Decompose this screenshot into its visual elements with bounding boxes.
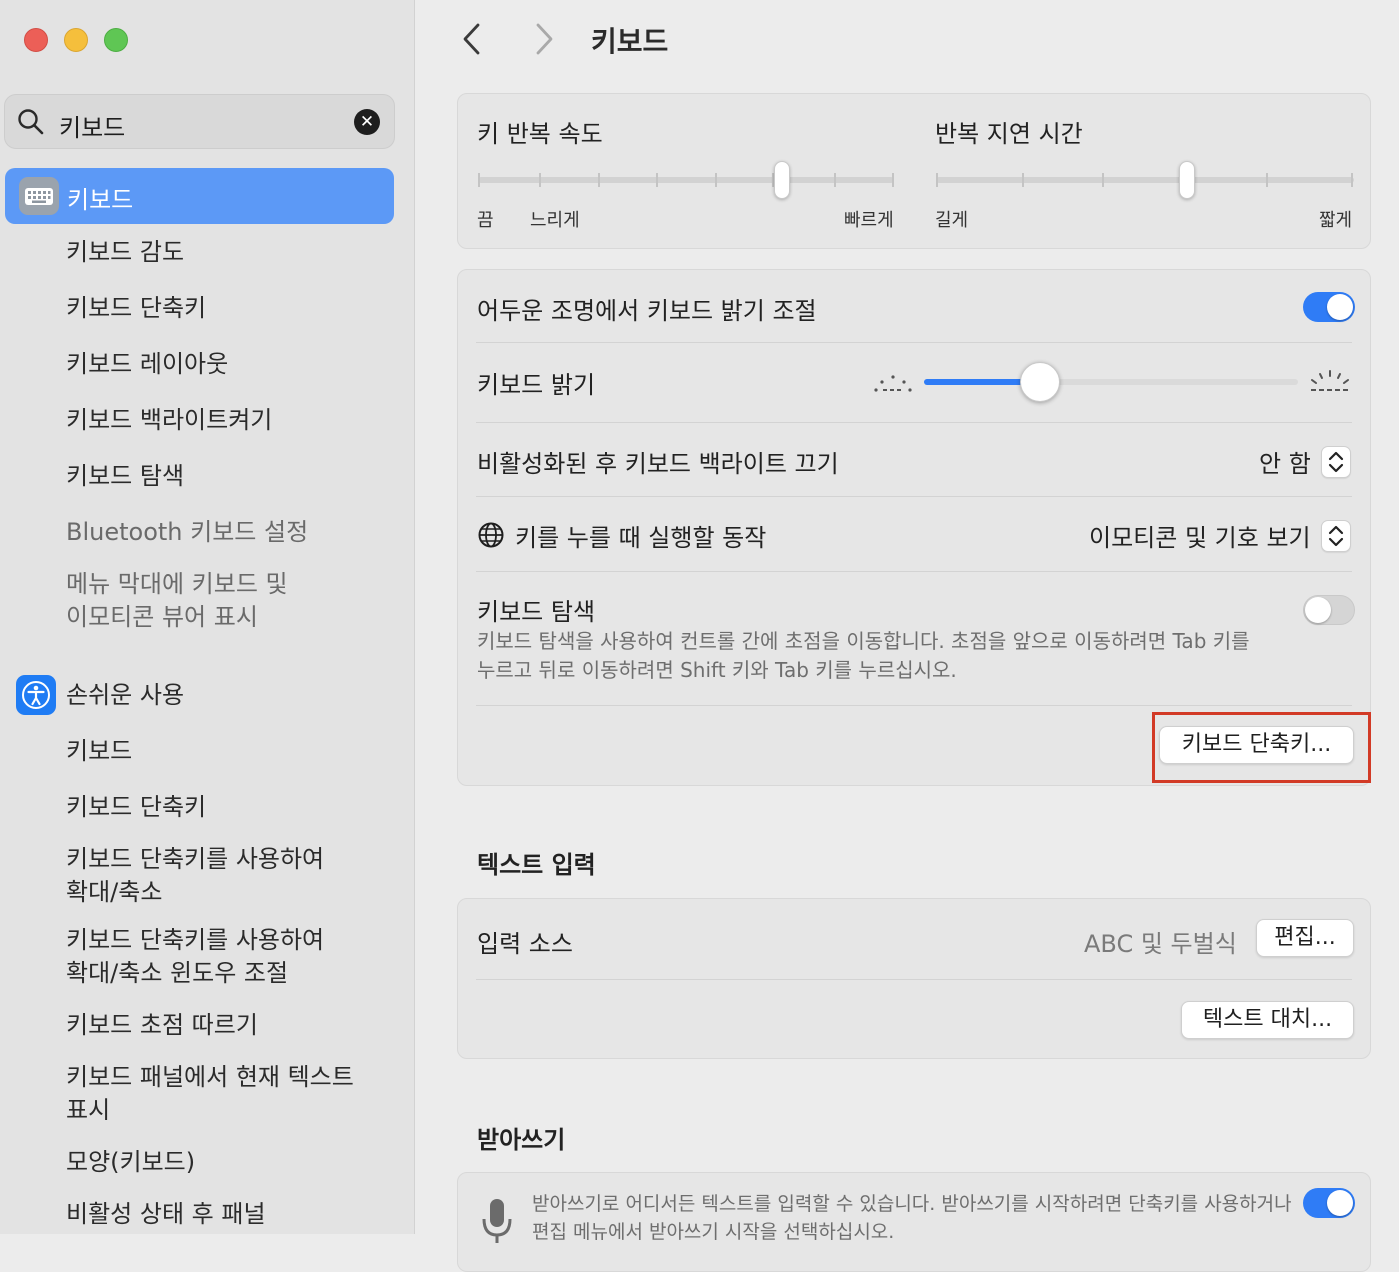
main-content: 키보드 키 반복 속도 반복 지연 시간 끔 느리게 빠르게 길게 짧게 어두운… xyxy=(415,0,1399,1272)
keyboard-settings-card: 어두운 조명에서 키보드 밝기 조절 키보드 밝기 비활성화된 후 키보드 백라… xyxy=(457,269,1371,786)
dictation-toggle[interactable] xyxy=(1303,1188,1355,1218)
sidebar-item-keyboard-shortcuts[interactable]: 키보드 단축키 xyxy=(66,292,206,325)
keyboard-navigation-title: 키보드 탐색 xyxy=(477,598,596,626)
keyboard-brightness-label: 키보드 밝기 xyxy=(477,371,596,399)
sidebar-item-keyboard-layout[interactable]: 키보드 레이아웃 xyxy=(66,348,228,381)
sidebar-item-menu-bar-viewer-line1[interactable]: 메뉴 막대에 키보드 및 xyxy=(66,568,288,601)
dictation-desc-1: 받아쓰기로 어디서든 텍스트를 입력할 수 있습니다. 받아쓰기를 시작하려면 … xyxy=(532,1193,1292,1215)
sidebar-item-accessibility[interactable]: 손쉬운 사용 xyxy=(66,679,184,712)
minimize-window-button[interactable] xyxy=(64,28,88,52)
microphone-icon xyxy=(482,1199,512,1243)
sidebar-item-acc-keyboard[interactable]: 키보드 xyxy=(66,735,132,768)
page-title: 키보드 xyxy=(591,25,669,58)
text-replacements-button[interactable]: 텍스트 대치... xyxy=(1181,1001,1354,1039)
sidebar-item-acc-appearance[interactable]: 모양(키보드) xyxy=(66,1146,195,1179)
zoom-window-button[interactable] xyxy=(104,28,128,52)
keyboard-icon xyxy=(19,177,59,215)
keyboard-navigation-desc-1: 키보드 탐색을 사용하여 컨트롤 간에 초점을 이동합니다. 초점을 앞으로 이… xyxy=(477,629,1250,653)
text-input-card: 입력 소스 ABC 및 두벌식 편집... 텍스트 대치... xyxy=(457,898,1371,1059)
key-repeat-card: 키 반복 속도 반복 지연 시간 끔 느리게 빠르게 길게 짧게 xyxy=(457,93,1371,249)
sidebar-item-bluetooth-keyboard[interactable]: Bluetooth 키보드 설정 xyxy=(66,516,308,549)
forward-icon[interactable] xyxy=(533,22,555,56)
sidebar-item-acc-zoom-line2[interactable]: 확대/축소 xyxy=(66,876,162,909)
dictation-card: 받아쓰기로 어디서든 텍스트를 입력할 수 있습니다. 받아쓰기를 시작하려면 … xyxy=(457,1172,1371,1272)
rate-label-fast: 빠르게 xyxy=(844,210,894,231)
repeat-delay-thumb[interactable] xyxy=(1178,161,1195,199)
key-repeat-rate-thumb[interactable] xyxy=(773,161,790,199)
clear-search-icon[interactable]: ✕ xyxy=(354,109,380,135)
globe-key-label: 키를 누를 때 실행할 동작 xyxy=(515,524,767,552)
input-sources-label: 입력 소스 xyxy=(477,930,573,958)
backlight-off-stepper[interactable] xyxy=(1321,446,1351,478)
brightness-low-icon xyxy=(874,375,912,392)
sidebar-item-acc-panel-text-line1[interactable]: 키보드 패널에서 현재 텍스트 xyxy=(66,1061,354,1094)
backlight-off-value[interactable]: 안 함 xyxy=(1259,444,1311,479)
sidebar-item-acc-zoom-window-line1[interactable]: 키보드 단축키를 사용하여 xyxy=(66,924,324,957)
keyboard-brightness-thumb[interactable] xyxy=(1019,362,1060,402)
sidebar-item-keyboard[interactable]: 키보드 xyxy=(5,168,394,224)
search-icon xyxy=(18,109,44,135)
accessibility-icon xyxy=(16,675,56,715)
sidebar-item-acc-idle-panel[interactable]: 비활성 상태 후 패널 xyxy=(66,1198,266,1231)
sidebar-item-acc-keyboard-shortcuts[interactable]: 키보드 단축키 xyxy=(66,791,206,824)
delay-label-long: 길게 xyxy=(935,210,969,231)
sidebar-item-acc-zoom-window-line2[interactable]: 확대/축소 윈도우 조절 xyxy=(66,957,288,990)
back-icon[interactable] xyxy=(461,22,483,56)
sidebar-item-menu-bar-viewer-line2[interactable]: 이모티콘 뷰어 표시 xyxy=(66,601,258,634)
highlight-box xyxy=(1152,712,1371,783)
stepper-chevrons-icon xyxy=(1328,451,1344,473)
rate-label-off: 끔 xyxy=(477,210,494,231)
globe-key-value[interactable]: 이모티콘 및 기호 보기 xyxy=(1089,518,1311,553)
globe-key-stepper[interactable] xyxy=(1321,520,1351,552)
input-sources-value: ABC 및 두벌식 xyxy=(1084,930,1237,958)
key-repeat-rate-title: 키 반복 속도 xyxy=(477,120,603,148)
keyboard-navigation-toggle[interactable] xyxy=(1303,595,1355,625)
backlight-off-label: 비활성화된 후 키보드 백라이트 끄기 xyxy=(477,450,839,478)
sidebar-item-label: 키보드 xyxy=(67,186,134,214)
keyboard-navigation-desc-2: 누르고 뒤로 이동하려면 Shift 키와 Tab 키를 누르십시오. xyxy=(477,658,957,682)
globe-icon xyxy=(478,522,504,548)
sidebar-item-acc-follow-focus[interactable]: 키보드 초점 따르기 xyxy=(66,1009,258,1042)
search-input[interactable]: 키보드 xyxy=(59,108,125,143)
dictation-desc-2: 편집 메뉴에서 받아쓰기 시작을 선택하십시오. xyxy=(532,1221,895,1243)
sidebar-item-keyboard-sensitivity[interactable]: 키보드 감도 xyxy=(66,236,184,269)
sidebar: 키보드 ✕ 키보드 키보드 감도 키보드 단축키 키보드 레이아웃 키보드 백라… xyxy=(0,0,415,1234)
edit-input-sources-button[interactable]: 편집... xyxy=(1256,919,1354,957)
auto-brightness-toggle[interactable] xyxy=(1303,292,1355,322)
brightness-high-icon xyxy=(1311,370,1349,391)
search-field[interactable]: 키보드 ✕ xyxy=(4,94,395,149)
rate-label-slow: 느리게 xyxy=(530,210,580,231)
delay-label-short: 짧게 xyxy=(1319,210,1353,231)
dictation-section-title: 받아쓰기 xyxy=(477,1126,566,1154)
sidebar-item-acc-zoom-line1[interactable]: 키보드 단축키를 사용하여 xyxy=(66,843,324,876)
repeat-delay-title: 반복 지연 시간 xyxy=(935,120,1083,148)
auto-brightness-label: 어두운 조명에서 키보드 밝기 조절 xyxy=(477,297,817,325)
stepper-chevrons-icon xyxy=(1328,525,1344,547)
sidebar-item-keyboard-navigation[interactable]: 키보드 탐색 xyxy=(66,460,184,493)
text-input-section-title: 텍스트 입력 xyxy=(477,851,596,879)
close-window-button[interactable] xyxy=(24,28,48,52)
sidebar-item-keyboard-backlight[interactable]: 키보드 백라이트켜기 xyxy=(66,404,272,437)
sidebar-item-acc-panel-text-line2[interactable]: 표시 xyxy=(66,1094,110,1127)
